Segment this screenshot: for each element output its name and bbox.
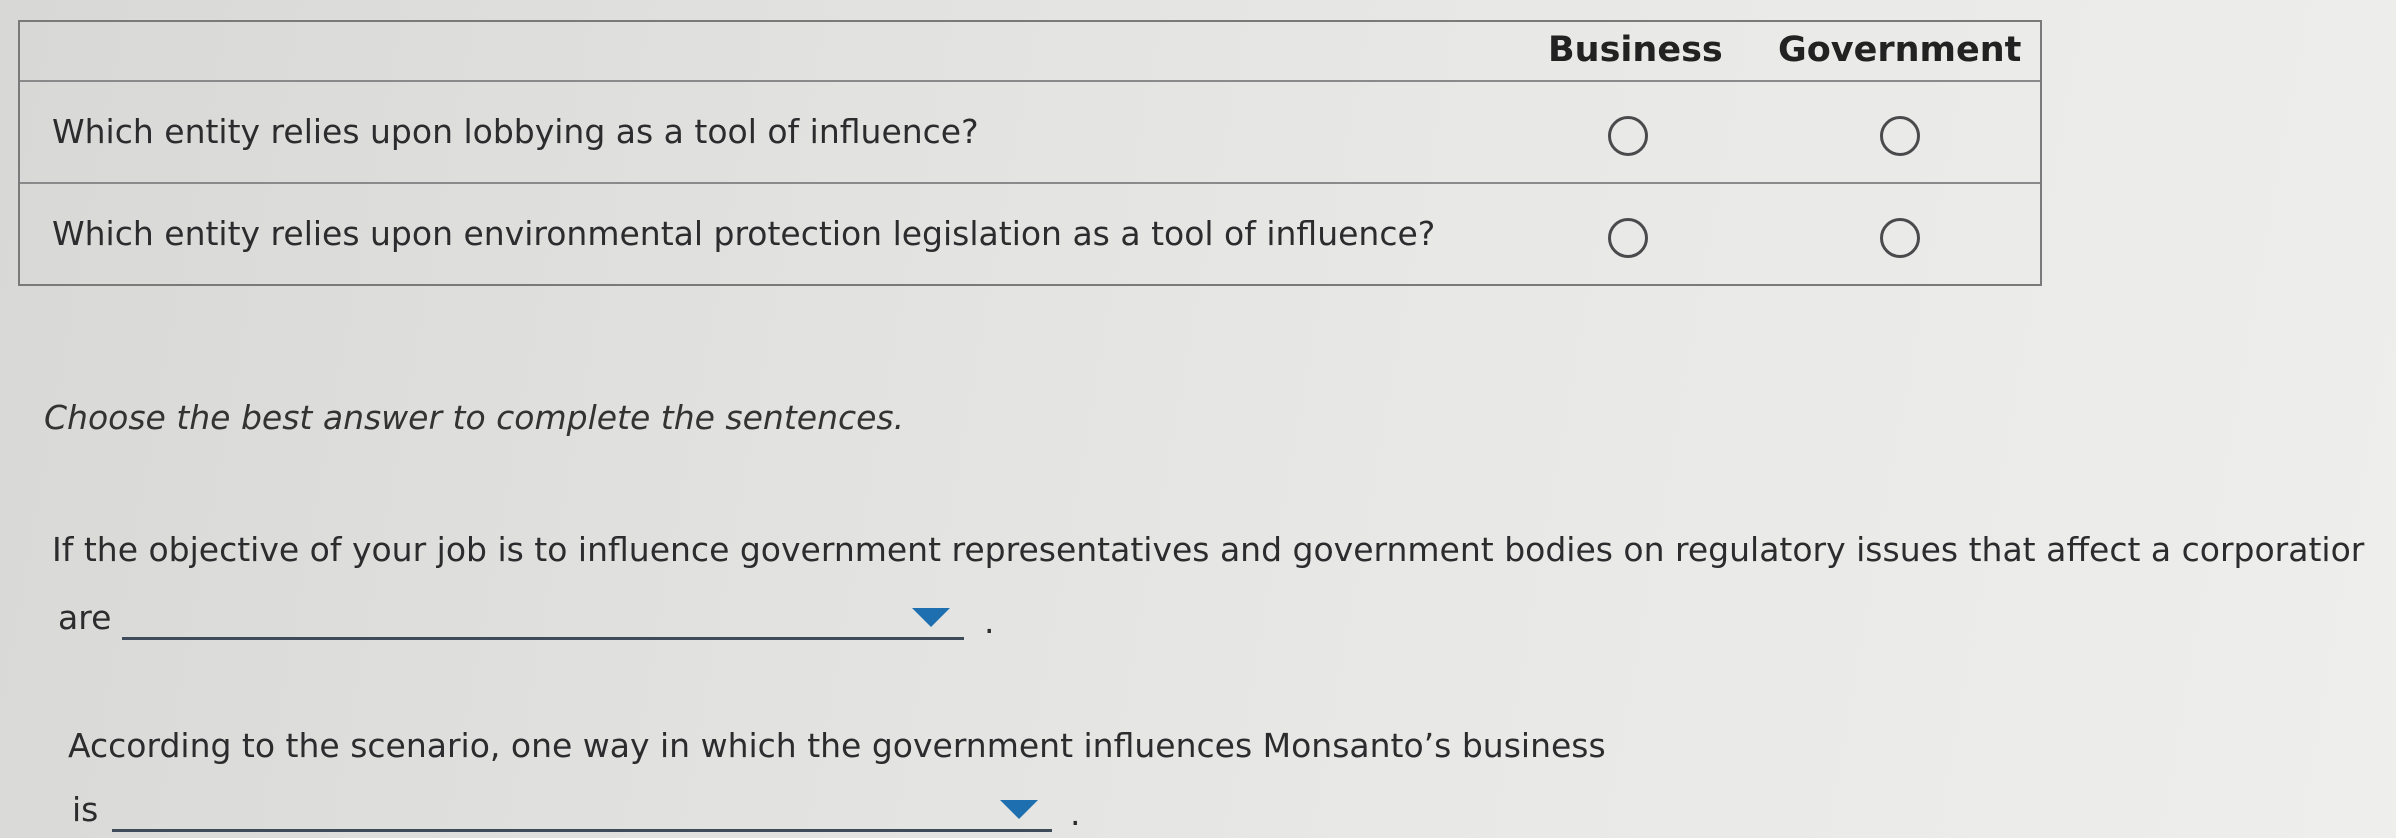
question-text: Which entity relies upon lobbying as a t… <box>52 112 979 151</box>
table-row: Which entity relies upon environmental p… <box>20 182 2040 284</box>
dropdown-arrow-icon[interactable] <box>912 608 950 627</box>
sentence-2-text: According to the scenario, one way in wh… <box>68 726 1606 765</box>
question-page: Business Government Which entity relies … <box>0 0 2396 838</box>
table-header-row: Business Government <box>20 22 2040 80</box>
sentence-2-period: . <box>1070 794 1081 833</box>
radio-government-q1[interactable] <box>1880 116 1920 156</box>
sentence-1-prefix: are <box>58 598 112 637</box>
column-header-government: Government <box>1778 30 2022 70</box>
sentence-1-text: If the objective of your job is to influ… <box>52 530 2365 569</box>
matching-table: Business Government Which entity relies … <box>18 20 2042 286</box>
column-header-business: Business <box>1548 30 1723 70</box>
sentence-2-prefix: is <box>72 790 99 829</box>
question-text: Which entity relies upon environmental p… <box>52 214 1436 253</box>
dropdown-arrow-icon[interactable] <box>1000 800 1038 819</box>
table-row: Which entity relies upon lobbying as a t… <box>20 80 2040 182</box>
radio-business-q2[interactable] <box>1608 218 1648 258</box>
instructions-text: Choose the best answer to complete the s… <box>44 398 905 437</box>
radio-business-q1[interactable] <box>1608 116 1648 156</box>
sentence-1-period: . <box>984 602 995 641</box>
radio-government-q2[interactable] <box>1880 218 1920 258</box>
answer-dropdown-1[interactable] <box>122 598 964 640</box>
answer-dropdown-2[interactable] <box>112 790 1052 832</box>
